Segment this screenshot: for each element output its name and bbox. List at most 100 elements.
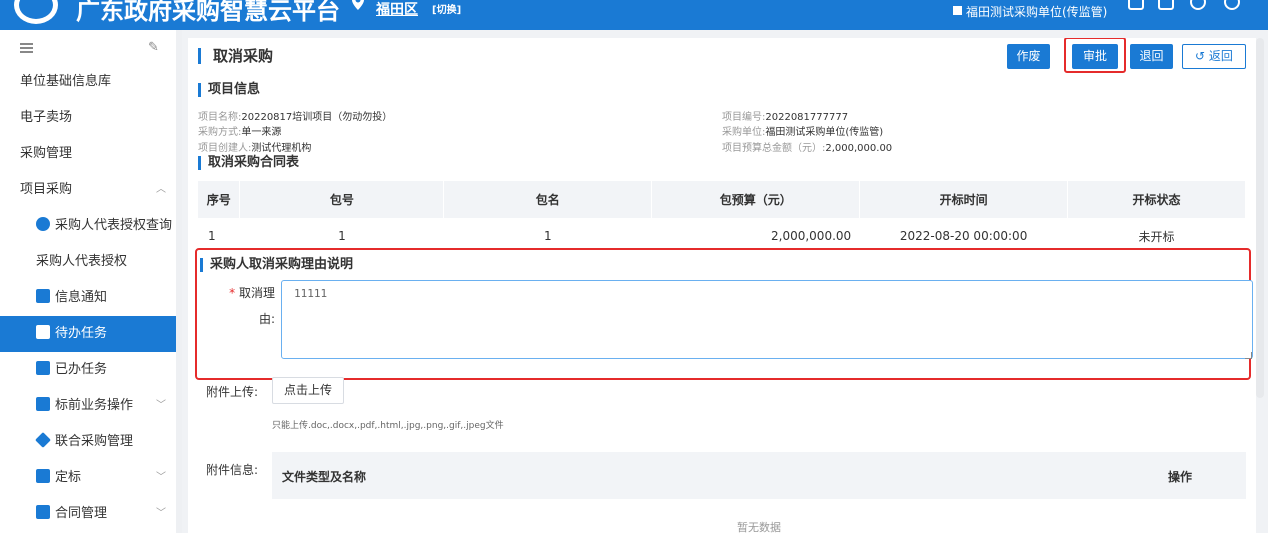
menu-toggle-icon[interactable] [20,43,33,53]
budget-label: 项目预算总金额（元）: [722,143,826,154]
page-title: 取消采购 [198,48,273,64]
attachments-header-row: 文件类型及名称 操作 [272,452,1246,499]
sidebar-item-label: 单位基础信息库 [20,74,112,89]
current-unit[interactable]: 福田测试采购单位(传监管) [966,3,1107,20]
unit-label: 采购单位: [722,127,766,138]
column-header: 包预算（元） [651,181,861,218]
sidebar-header: ✎ [0,30,176,64]
reason-label: * 取消理由: [225,280,275,332]
sidebar-item-todo[interactable]: 待办任务 [0,316,176,352]
notification-icon[interactable] [1128,0,1144,10]
project-name-value: 20220817培训项目（勿动勿投） [241,112,393,123]
unit-icon [953,6,962,15]
sidebar-scrollbar[interactable] [176,30,182,533]
contract-table-title: 取消采购合同表 [198,156,299,170]
project-name: 项目名称:20220817培训项目（勿动勿投） [198,108,392,123]
budget-value: 2,000,000.00 [825,143,893,154]
creator-value: 测试代理机构 [251,143,312,154]
project-name-label: 项目名称: [198,112,242,123]
reason-section: 采购人取消采购理由说明 * 取消理由: 11111 [195,248,1253,380]
sidebar-item-mall[interactable]: 电子卖场 [0,100,176,136]
column-header: 操作 [1168,470,1193,484]
gear-icon [36,217,50,231]
cart-icon [36,397,50,411]
site-title: 广东政府采购智慧云平台 [76,0,340,25]
void-button[interactable]: 作废 [1007,44,1050,69]
project-budget: 项目预算总金额（元）:2,000,000.00 [722,139,892,154]
sidebar: ✎ 单位基础信息库 电子卖场 采购管理 项目采购 ︿ 采购人代表授权查询 采购人代… [0,30,176,533]
sidebar-item-label: 标前业务操作 [55,398,134,413]
return-button[interactable]: 退回 [1130,44,1173,69]
window-icon[interactable] [1158,0,1174,10]
region-link[interactable]: 福田区 [376,0,418,19]
method-value: 单一来源 [241,127,282,138]
reason-label-line1: 取消理 [238,286,275,300]
unit-value: 福田测试采购单位(传监管) [765,127,884,138]
user-icon[interactable] [1190,0,1206,10]
gavel-icon [36,469,50,483]
column-header: 序号 [198,181,241,218]
column-header: 包号 [239,181,445,218]
notice-icon [36,289,50,303]
chevron-down-icon: ﹀ [156,508,166,519]
resize-handle-icon[interactable] [1245,352,1252,359]
upload-button[interactable]: 点击上传 [272,377,344,404]
switch-region-link[interactable]: [切换] [432,1,461,16]
sidebar-item-procurement-management[interactable]: 采购管理 [0,136,176,172]
contract-table: 序号 包号 包名 包预算（元） 开标时间 开标状态 1 1 1 2,000,00… [198,181,1246,254]
procurement-method: 采购方式:单一来源 [198,123,281,138]
method-label: 采购方式: [198,127,242,138]
sidebar-item-unit-info[interactable]: 单位基础信息库 [0,64,176,100]
reason-label-line2: 由: [258,312,275,326]
column-header: 开标时间 [859,181,1069,218]
sidebar-item-label: 定标 [55,470,82,485]
main-panel: 取消采购 作废 审批 退回 ↺ 返回 项目信息 项目名称:20220817培训项… [188,38,1256,533]
table-header-row: 序号 包号 包名 包预算（元） 开标时间 开标状态 [198,181,1246,218]
sidebar-item-rep-auth[interactable]: 采购人代表授权 [0,244,176,280]
sidebar-item-label: 信息通知 [55,290,108,305]
layers-icon [35,432,51,448]
sidebar-item-pre-bid[interactable]: 标前业务操作 ﹀ [0,388,176,424]
approve-button[interactable]: 审批 [1072,44,1118,69]
chevron-down-icon: ﹀ [156,472,166,483]
back-button[interactable]: ↺ 返回 [1182,44,1246,69]
top-header: 广东政府采购智慧云平台 福田区 [切换] 福田测试采购单位(传监管) [0,0,1268,30]
sidebar-item-notices[interactable]: 信息通知 [0,280,176,316]
sidebar-item-label: 电子卖场 [20,110,73,125]
chevron-up-icon: ︿ [156,184,166,195]
column-header: 开标状态 [1067,181,1246,218]
procurement-unit: 采购单位:福田测试采购单位(传监管) [722,123,883,138]
done-icon [36,361,50,375]
reason-section-title: 采购人取消采购理由说明 [200,258,353,272]
sidebar-item-label: 项目采购 [20,182,73,197]
sidebar-item-joint-procurement[interactable]: 联合采购管理 [0,424,176,460]
pin-icon[interactable]: ✎ [148,40,159,55]
sidebar-item-label: 采购人代表授权 [36,254,128,269]
back-arrow-icon: ↺ [1195,49,1209,63]
code-label: 项目编号: [722,112,766,123]
sidebar-item-label: 合同管理 [55,506,108,521]
project-info-title: 项目信息 [198,83,260,97]
attachments-table: 文件类型及名称 操作 暂无数据 [272,452,1246,533]
required-mark: * [229,286,236,300]
back-button-label: 返回 [1208,49,1233,63]
project-code: 项目编号:2022081777777 [722,108,848,123]
reason-textarea[interactable]: 11111 [281,280,1253,359]
sidebar-item-award[interactable]: 定标 ﹀ [0,460,176,496]
main-scrollbar[interactable] [1256,38,1264,398]
upload-label: 附件上传: [206,385,259,399]
empty-text: 暂无数据 [737,521,781,533]
sidebar-item-contract[interactable]: 合同管理 ﹀ [0,496,176,532]
sidebar-item-done[interactable]: 已办任务 [0,352,176,388]
project-creator: 项目创建人:测试代理机构 [198,139,311,154]
todo-icon [36,325,50,339]
lock-icon [36,505,50,519]
power-icon[interactable] [1224,0,1240,10]
upload-hint: 只能上传.doc,.docx,.pdf,.html,.jpg,.png,.gif… [272,421,504,431]
logo-icon [14,0,58,24]
sidebar-item-rep-auth-query[interactable]: 采购人代表授权查询 [0,208,176,244]
column-header: 包名 [443,181,653,218]
sidebar-item-project-procurement[interactable]: 项目采购 ︿ [0,172,176,208]
attachments-label: 附件信息: [206,463,259,477]
sidebar-item-label: 待办任务 [55,326,108,341]
